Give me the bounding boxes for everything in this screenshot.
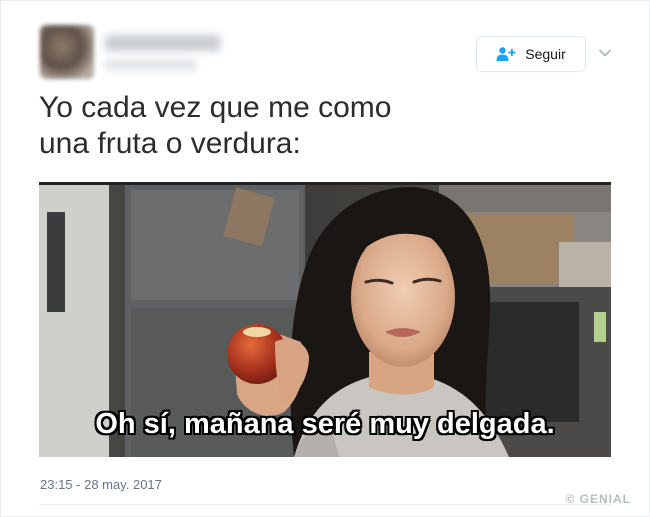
follow-button-label: Seguir <box>525 46 566 62</box>
divider <box>39 504 611 505</box>
tweet-card: Seguir Yo cada vez que me como una fruta… <box>0 0 650 517</box>
chevron-down-icon[interactable] <box>597 45 613 61</box>
watermark: © GENIAL <box>565 492 631 506</box>
avatar[interactable] <box>40 25 94 79</box>
tweet-text: Yo cada vez que me como una fruta o verd… <box>39 90 469 162</box>
gif-subtitle: Oh sí, mañana seré muy delgada. <box>95 408 555 440</box>
person-add-icon <box>496 47 516 61</box>
user-handle-blurred <box>105 59 197 71</box>
tweet-text-line-1: Yo cada vez que me como <box>39 91 392 124</box>
tweet-timestamp[interactable]: 23:15 - 28 may. 2017 <box>40 477 162 492</box>
tweet-text-line-2: una fruta o verdura: <box>39 127 301 160</box>
tweet-media-gif[interactable]: Oh sí, mañana seré muy delgada. <box>39 182 611 457</box>
follow-button[interactable]: Seguir <box>476 36 586 72</box>
user-name-blurred[interactable] <box>105 35 221 51</box>
